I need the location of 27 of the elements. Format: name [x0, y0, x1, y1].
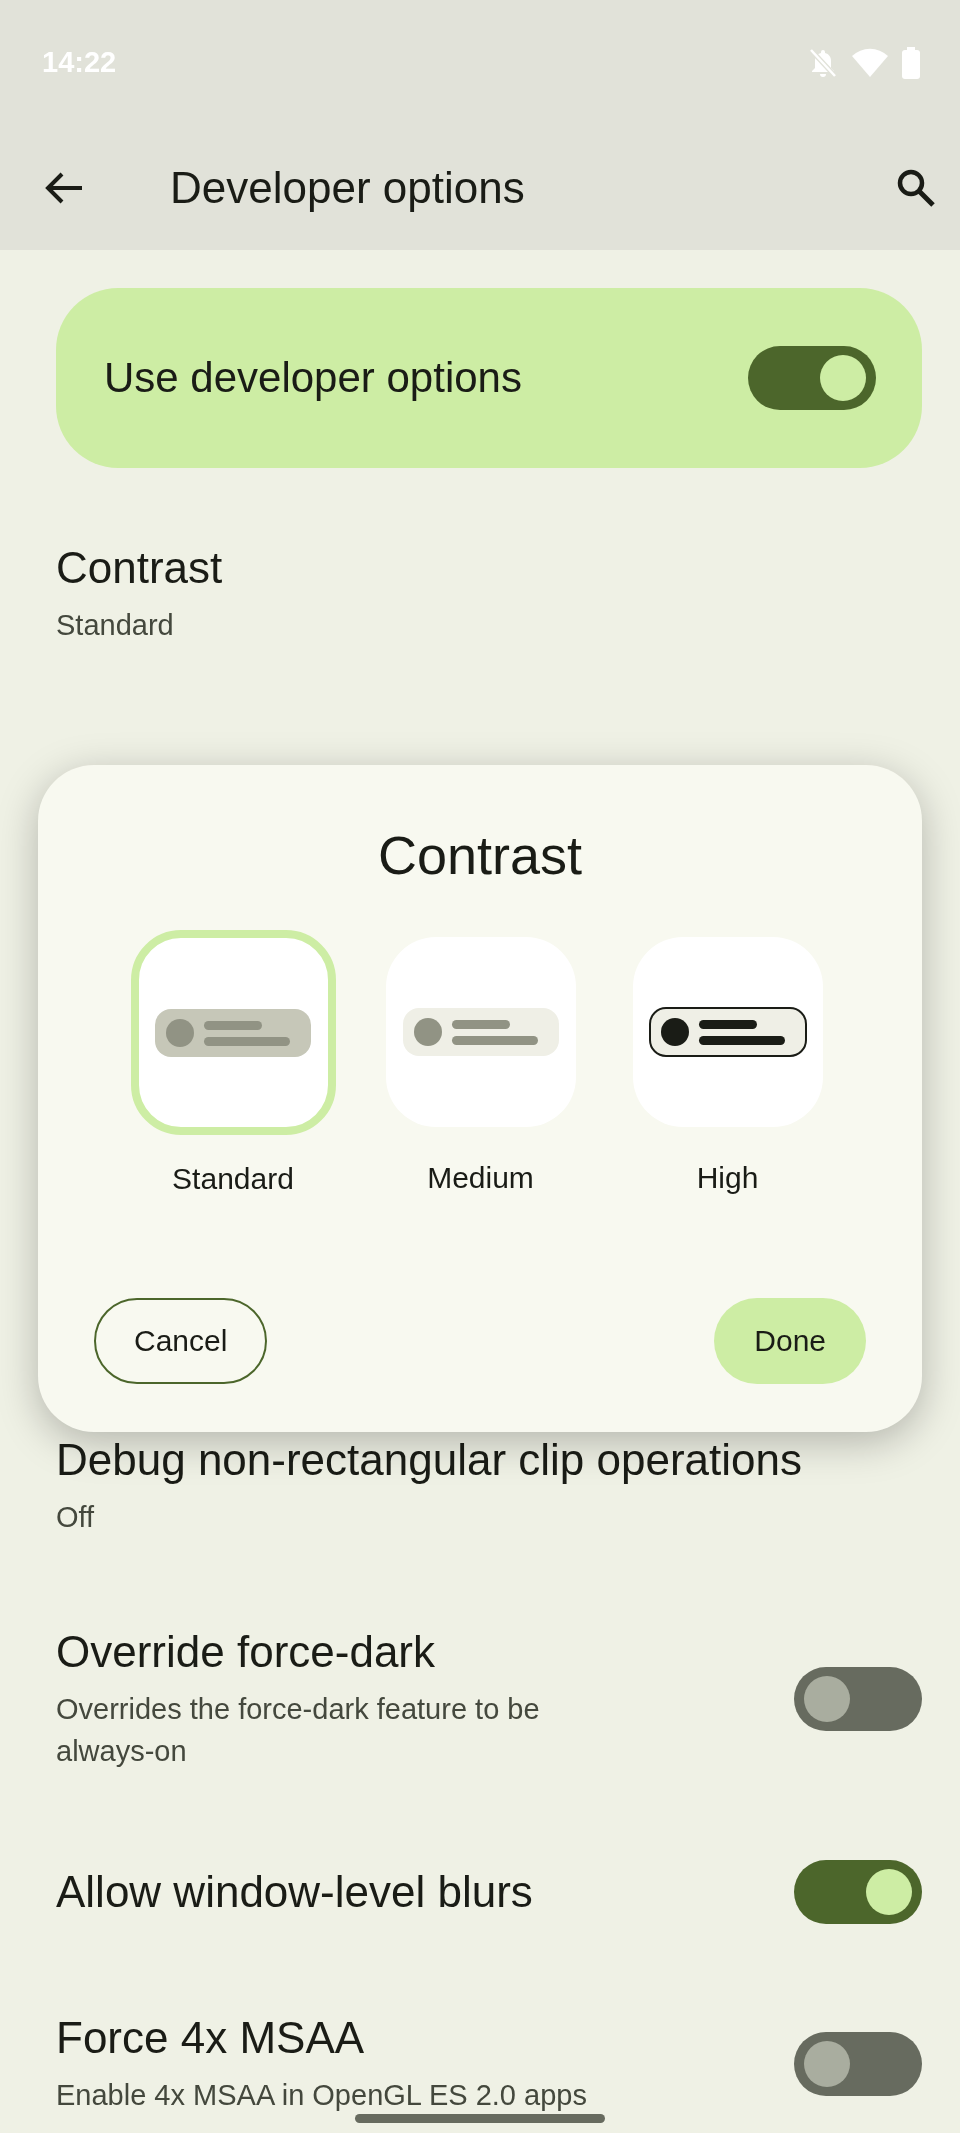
- bell-off-icon: [808, 46, 838, 79]
- contrast-preview-icon: [648, 1007, 807, 1057]
- setting-title[interactable]: Allow window-level blurs: [56, 1866, 764, 1918]
- battery-icon: [902, 46, 920, 79]
- setting-summary: Off: [56, 1500, 96, 1535]
- switch-label: Use developer options: [104, 354, 522, 402]
- option-label: Medium: [427, 1161, 534, 1195]
- setting-title[interactable]: Force 4x MSAA: [56, 2012, 764, 2064]
- setting-summary: Enable 4x MSAA in OpenGL ES 2.0 apps: [56, 2078, 588, 2113]
- main-switch-card[interactable]: Use developer options: [56, 288, 922, 468]
- setting-title[interactable]: Contrast: [56, 542, 922, 594]
- setting-summary: Overrides the force-dark feature to be always-on: [56, 1692, 541, 1769]
- setting-title[interactable]: Override force-dark: [56, 1626, 764, 1678]
- done-button[interactable]: Done: [714, 1298, 866, 1384]
- contrast-preview-icon: [154, 1007, 312, 1058]
- wifi-icon: [852, 47, 888, 78]
- contrast-option[interactable]: [632, 937, 823, 1127]
- page-title: Developer options: [170, 162, 526, 213]
- cancel-button[interactable]: Cancel: [94, 1298, 268, 1384]
- option-label: High: [696, 1161, 759, 1195]
- option-label: Standard: [172, 1162, 294, 1196]
- setting-title[interactable]: Debug non-rectangular clip operations: [56, 1434, 922, 1486]
- dialog-title: Contrast: [377, 824, 583, 887]
- setting-summary: Standard: [56, 608, 175, 643]
- contrast-preview-icon: [401, 1007, 560, 1057]
- gesture-handle[interactable]: [355, 2114, 605, 2123]
- search-icon[interactable]: [896, 167, 936, 208]
